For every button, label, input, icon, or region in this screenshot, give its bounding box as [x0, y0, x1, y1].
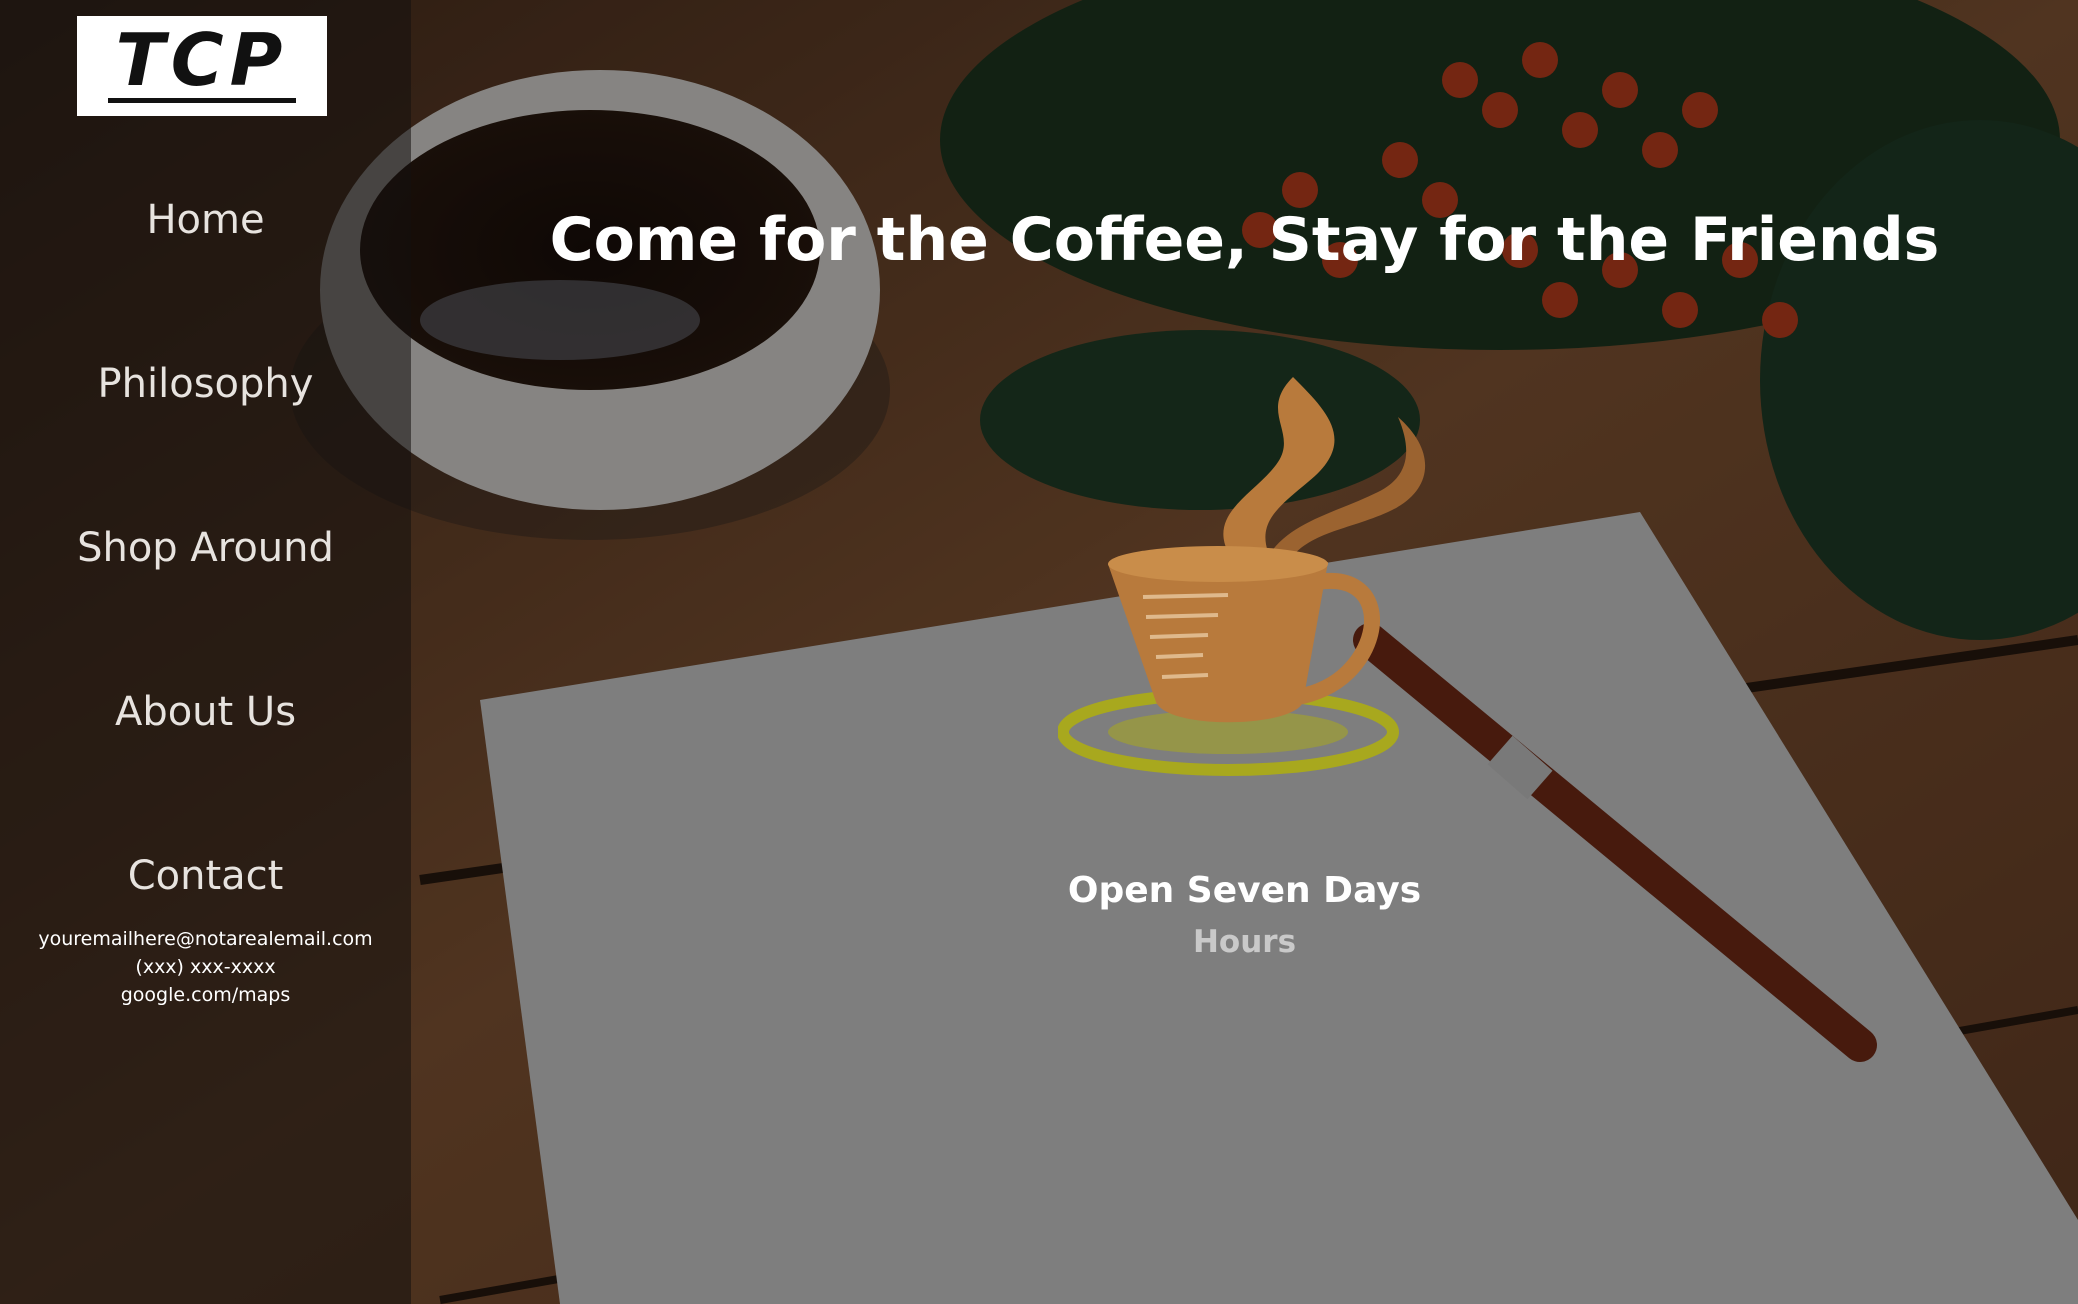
- sidebar: TCP Home Philosophy Shop Around About Us…: [0, 0, 411, 1304]
- logo-underline: [108, 97, 296, 103]
- nav-item-philosophy[interactable]: Philosophy: [0, 344, 411, 508]
- site-logo[interactable]: TCP: [77, 16, 327, 116]
- nav-item-shop-around[interactable]: Shop Around: [0, 508, 411, 672]
- hours-link[interactable]: Hours: [411, 924, 2078, 960]
- contact-map-link[interactable]: google.com/maps: [0, 981, 411, 1009]
- contact-info: youremailhere@notarealemail.com (xxx) xx…: [0, 925, 411, 1009]
- coffee-cup-logo-icon: [1057, 372, 1468, 782]
- contact-email[interactable]: youremailhere@notarealemail.com: [0, 925, 411, 953]
- nav-item-home[interactable]: Home: [0, 180, 411, 344]
- hours-heading: Open Seven Days: [1067, 870, 1422, 911]
- main-nav: Home Philosophy Shop Around About Us Con…: [0, 180, 411, 1000]
- nav-item-about-us[interactable]: About Us: [0, 672, 411, 836]
- logo-text: TCP: [115, 17, 289, 102]
- contact-phone[interactable]: (xxx) xxx-xxxx: [0, 953, 411, 981]
- hero-headline: Come for the Coffee, Stay for the Friend…: [549, 205, 1940, 275]
